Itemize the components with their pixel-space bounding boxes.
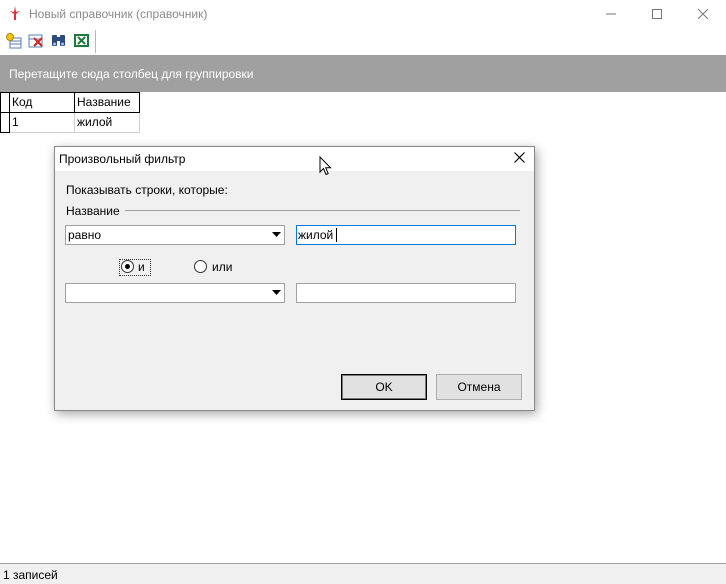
title-bar: Новый справочник (справочник) [0,0,726,28]
add-record-icon [5,32,22,52]
toolbar-group [1,30,96,53]
operator-select-1[interactable]: равно [65,225,285,245]
cell-name[interactable]: жилой [75,113,140,133]
operator-value-1: равно [68,228,102,242]
value-input-2[interactable] [296,283,516,303]
radio-and-label[interactable]: и [138,260,145,274]
field-name-label: Название [66,204,120,218]
column-header-code[interactable]: Код [10,92,75,113]
app-icon [8,5,22,21]
mouse-cursor-icon [319,155,333,176]
toolbar [0,28,726,55]
export-excel-button[interactable] [72,32,91,51]
delete-record-button[interactable] [26,32,45,51]
window-title: Новый справочник (справочник) [29,7,208,21]
column-header-name[interactable]: Название [75,92,140,113]
text-caret [336,228,337,242]
row-indicator[interactable] [0,113,10,133]
filter-prompt: Показывать строки, которые: [66,183,228,197]
field-separator [125,210,520,211]
cancel-button[interactable]: Отмена [436,374,522,400]
chevron-down-icon[interactable] [270,229,282,241]
radio-and[interactable] [121,260,134,273]
group-by-panel[interactable]: Перетащите сюда столбец для группировки [0,55,726,92]
radio-or[interactable] [194,260,207,273]
dialog-title-bar: Произвольный фильтр [55,147,534,171]
value-input-1[interactable]: жилой [296,225,516,245]
custom-filter-dialog: Произвольный фильтр Показывать строки, к… [54,146,535,411]
radio-and-dot [125,264,130,269]
record-count: 1 записей [3,568,58,582]
group-hint-text: Перетащите сюда столбец для группировки [9,67,254,81]
operator-select-2[interactable] [65,283,285,303]
chevron-down-icon[interactable] [270,287,282,299]
ok-button[interactable]: OK [341,374,427,400]
status-bar: 1 записей [0,563,726,584]
minimize-button[interactable] [588,0,634,28]
delete-record-icon [27,32,44,52]
close-button[interactable] [680,0,726,28]
row-indicator-header [0,92,10,113]
excel-export-icon [73,32,90,52]
cell-code[interactable]: 1 [10,113,75,133]
dialog-title: Произвольный фильтр [59,152,186,166]
binoculars-search-icon [50,32,67,52]
close-icon [513,152,525,166]
search-button[interactable] [49,32,68,51]
value-text-1: жилой [298,228,334,242]
dialog-close-button[interactable] [505,147,533,171]
add-record-button[interactable] [4,32,23,51]
radio-or-label[interactable]: или [212,260,232,274]
maximize-button[interactable] [634,0,680,28]
